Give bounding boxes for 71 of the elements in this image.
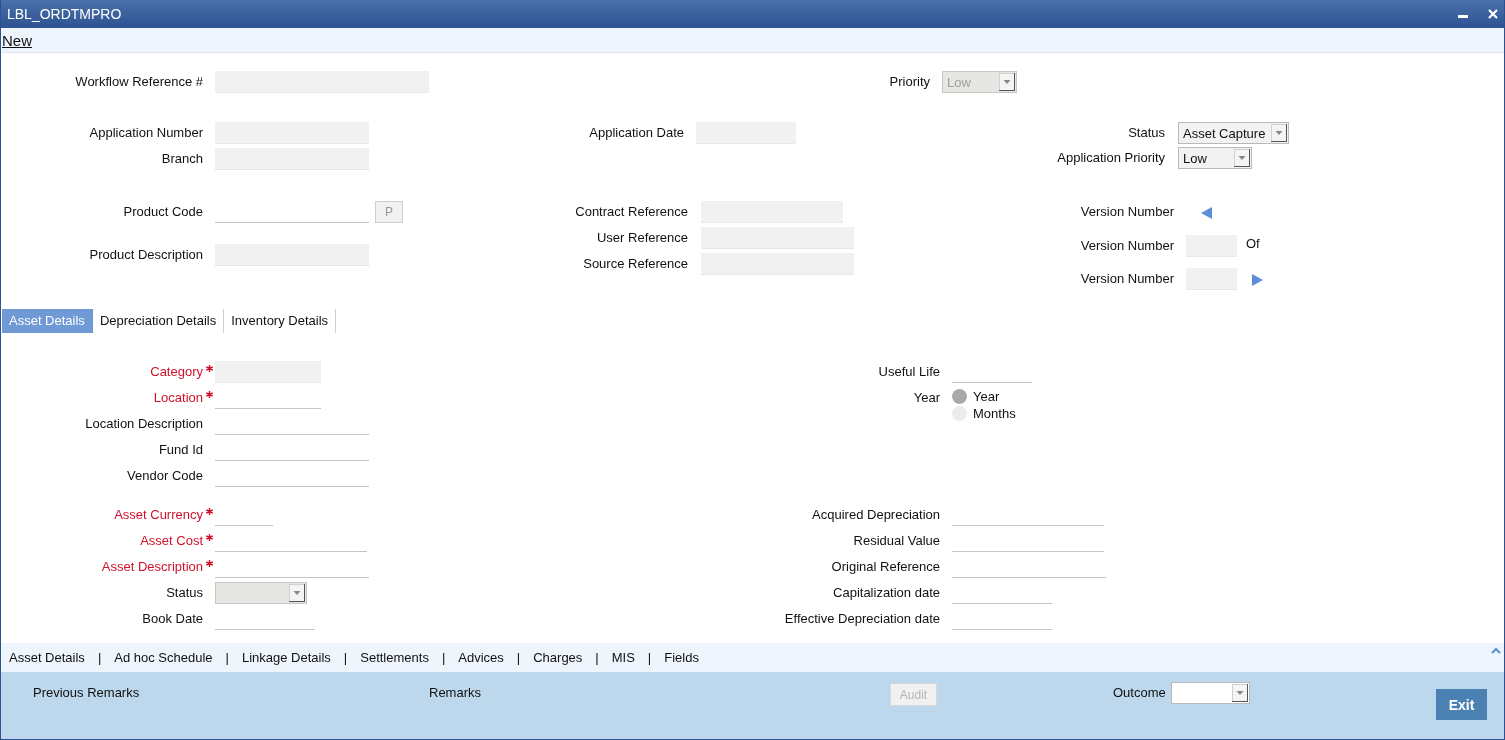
field-label: User Reference: [595, 229, 688, 247]
field-label: Outcome: [1113, 685, 1166, 701]
dropdown[interactable]: Low: [1178, 147, 1252, 169]
footer-link[interactable]: Asset Details: [9, 650, 85, 665]
field-label: Residual Value: [852, 532, 940, 550]
field-label: Fund Id: [157, 441, 203, 459]
field-label: Location: [152, 389, 203, 407]
caret-icon: [1231, 684, 1248, 702]
field-label: Application Priority: [1056, 149, 1165, 167]
chevron-up-icon[interactable]: [1491, 647, 1501, 654]
field-label: Original Reference: [830, 558, 940, 576]
caret-icon: [1271, 124, 1287, 142]
option-label: Months: [973, 405, 1016, 421]
new-link[interactable]: New: [2, 31, 32, 49]
field-label: Vendor Code: [126, 467, 203, 485]
field-label: Branch: [160, 150, 203, 168]
separator: |: [225, 650, 229, 665]
field-label: Workflow Reference #: [74, 73, 203, 91]
footer-link[interactable]: Fields: [664, 650, 699, 665]
footer-link[interactable]: Charges: [533, 650, 583, 665]
caret-icon: [289, 584, 305, 602]
next-icon[interactable]: [1252, 274, 1263, 286]
field-label: Capitalization date: [832, 584, 940, 602]
separator: |: [516, 650, 521, 665]
radio-button[interactable]: [952, 388, 967, 404]
footer-link[interactable]: Ad hoc Schedule: [114, 650, 213, 665]
field-label: Version Number: [1079, 203, 1174, 221]
footer-link[interactable]: MIS: [611, 650, 635, 665]
field-label: Product Description: [88, 246, 203, 264]
dropdown[interactable]: Asset Capture: [1178, 122, 1289, 144]
field-label: Status: [165, 584, 203, 602]
remarks-label: Previous Remarks: [33, 685, 141, 701]
minimize-icon[interactable]: [1458, 14, 1468, 18]
field-label: Year: [912, 389, 940, 407]
field-label: Contract Reference: [574, 203, 688, 221]
footer-link[interactable]: Settlements: [360, 650, 429, 665]
field-label: Effective Depreciation date: [783, 610, 940, 628]
footer-link[interactable]: Linkage Details: [241, 650, 331, 665]
field-label: Asset Currency: [113, 506, 203, 524]
separator: |: [441, 650, 446, 665]
previous-icon[interactable]: [1201, 207, 1212, 219]
exit-button[interactable]: Exit: [1436, 689, 1487, 720]
radio-button[interactable]: [952, 405, 967, 421]
field-label: Category: [149, 363, 203, 381]
field-label: Status: [1127, 124, 1165, 142]
field-label: Asset Description: [100, 558, 203, 576]
field-label: Product Code: [122, 203, 203, 221]
separator: |: [647, 650, 652, 665]
separator: |: [595, 650, 599, 665]
separator: |: [343, 650, 348, 665]
footer-link[interactable]: Advices: [458, 650, 504, 665]
window-title: LBL_ORDTMPRO: [7, 6, 122, 22]
caret-icon: [999, 73, 1015, 91]
remarks-label: Remarks: [429, 685, 482, 701]
field-label: Version Number: [1079, 236, 1174, 255]
field-label: Application Date: [588, 124, 684, 142]
field-label: Asset Cost: [139, 532, 203, 550]
field-label: Priority: [888, 73, 930, 91]
field-label: Book Date: [141, 610, 203, 628]
field-label: Application Number: [88, 124, 203, 142]
separator: |: [97, 650, 102, 665]
field-label: Acquired Depreciation: [811, 506, 940, 524]
field-label: Source Reference: [582, 255, 688, 273]
dropdown[interactable]: [1170, 682, 1250, 704]
caret-icon: [1234, 149, 1250, 167]
field-label: Useful Life: [877, 363, 940, 381]
field-label: Version Number: [1079, 270, 1174, 288]
close-icon[interactable]: [1488, 9, 1498, 19]
option-label: Year: [973, 388, 1000, 404]
field-label: Location Description: [84, 415, 203, 433]
suffix-label: Of: [1246, 234, 1260, 253]
